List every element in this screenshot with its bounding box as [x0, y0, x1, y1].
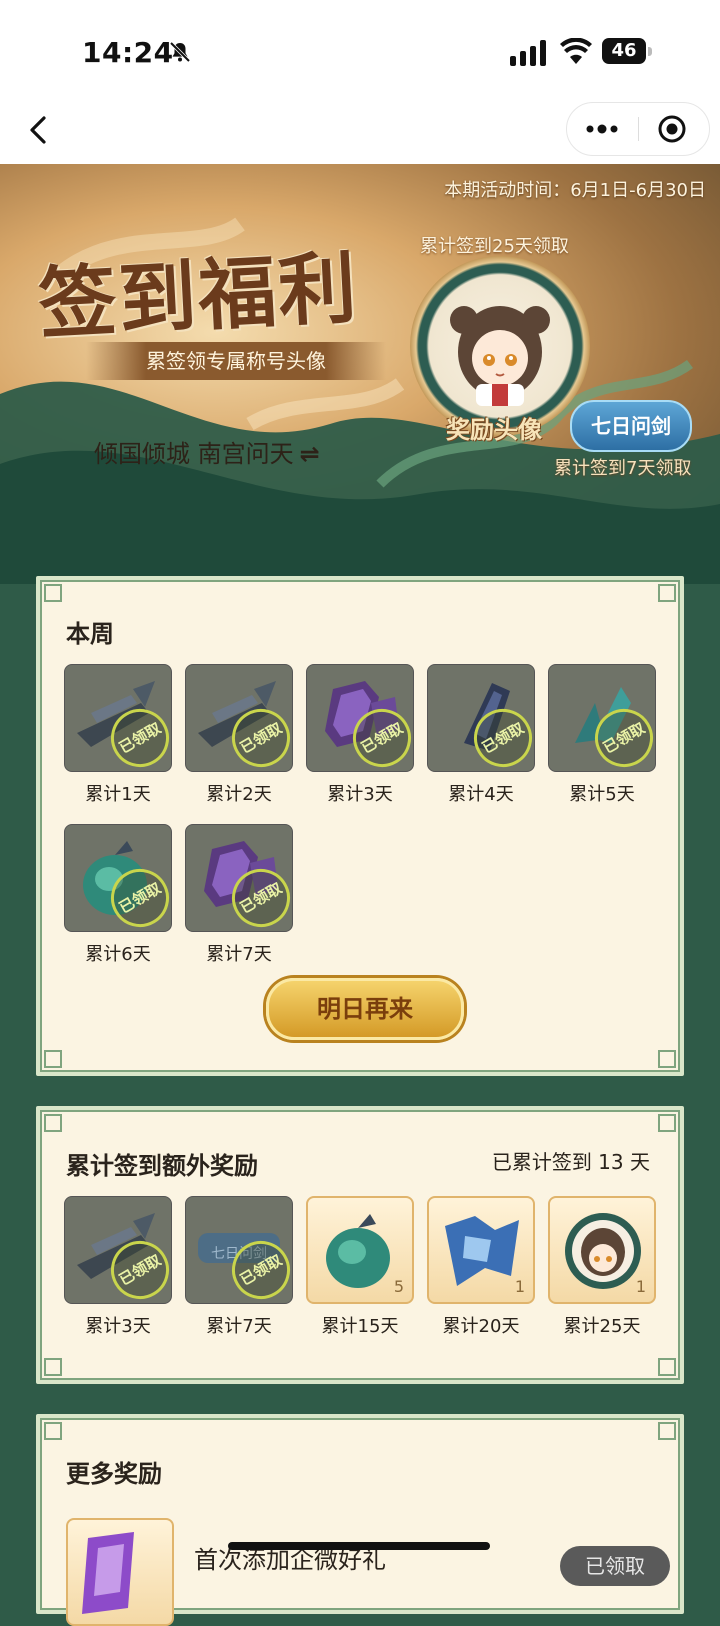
- back-chevron-icon[interactable]: [22, 112, 58, 148]
- weekly-reward-item[interactable]: 已领取累计2天: [185, 664, 293, 806]
- reward-day-label: 累计25天: [563, 1316, 641, 1337]
- reward-day-label: 累计5天: [569, 784, 635, 805]
- avatar-requirement: 累计签到25天领取: [420, 236, 569, 257]
- home-indicator: [228, 1542, 490, 1550]
- reward-day-label: 累计2天: [206, 784, 272, 805]
- battery-icon: 46: [602, 38, 652, 66]
- reward-day-label: 累计7天: [206, 1316, 272, 1337]
- avatar-label: 奖励头像: [446, 416, 542, 444]
- wecom-gift-tile: [66, 1518, 174, 1626]
- cumulative-reward-item[interactable]: 已领取累计3天: [64, 1196, 172, 1338]
- reward-tile: 已领取: [548, 664, 656, 772]
- reward-day-label: 累计3天: [85, 1316, 151, 1337]
- weekly-panel: 本周 已领取 累计1天 已领取 累计2天 已领取 累计3天 已领取 累计4天 已领取 累计5天 已领…: [36, 576, 684, 1076]
- reward-tile: 七日问剑 已领取: [185, 1196, 293, 1304]
- event-title: 签到福利: [36, 242, 361, 351]
- reward-tile: 已领取: [64, 664, 172, 772]
- reward-tile: 5: [306, 1196, 414, 1304]
- reward-day-label: 累计7天: [206, 944, 272, 965]
- player-name-text: 倾国倾城 南宫问天: [94, 440, 294, 468]
- reward-tile: 1: [548, 1196, 656, 1304]
- switch-account-icon[interactable]: ⇌: [300, 440, 320, 468]
- miniprogram-capsule: [566, 102, 710, 156]
- player-name[interactable]: 倾国倾城 南宫问天 ⇌: [94, 434, 320, 469]
- reward-tile: 1: [427, 1196, 535, 1304]
- reward-tile: 已领取: [185, 664, 293, 772]
- weekly-reward-item[interactable]: 已领取累计4天: [427, 664, 535, 806]
- reward-day-label: 累计1天: [85, 784, 151, 805]
- cumulative-reward-item[interactable]: 1 累计25天: [548, 1196, 656, 1338]
- purple-gift-icon: [82, 1532, 134, 1614]
- weekly-title: 本周: [66, 620, 114, 648]
- reward-tile: 已领取: [64, 824, 172, 932]
- badge-requirement: 累计签到7天领取: [554, 458, 692, 479]
- weekly-reward-item[interactable]: 已领取累计5天: [548, 664, 656, 806]
- reward-day-label: 累计6天: [85, 944, 151, 965]
- status-bar: 14:24 46: [0, 0, 720, 100]
- reward-quantity: 1: [635, 1277, 646, 1296]
- signal-icon: [510, 40, 546, 66]
- weekly-reward-item[interactable]: 已领取累计7天: [185, 824, 293, 966]
- reward-quantity: 1: [514, 1277, 525, 1296]
- wifi-icon: [560, 38, 592, 64]
- reward-day-label: 累计4天: [448, 784, 514, 805]
- cumulative-reward-item[interactable]: 5 累计15天: [306, 1196, 414, 1338]
- activity-period: 本期活动时间：6月1日-6月30日: [444, 180, 706, 201]
- cumulative-panel: 累计签到额外奖励 已累计签到 13 天 已领取 累计3天 七日问剑 已领取 累计7天 5 累…: [36, 1106, 684, 1384]
- title-badge: 七日问剑: [570, 400, 692, 452]
- reward-day-label: 累计15天: [321, 1316, 399, 1337]
- reward-quantity: 5: [393, 1277, 404, 1296]
- wecom-gift-claim-button[interactable]: 已领取: [560, 1546, 670, 1586]
- clock: 14:24: [82, 36, 174, 69]
- hero-banner: 本期活动时间：6月1日-6月30日 签到福利 累签领专属称号头像 倾国倾城 南宫…: [0, 164, 720, 584]
- close-target-icon[interactable]: [657, 114, 687, 144]
- reward-tile: 已领取: [185, 824, 293, 932]
- cumulative-title: 累计签到额外奖励: [66, 1152, 258, 1180]
- reward-avatar: [410, 256, 590, 436]
- reward-tile: 已领取: [427, 664, 535, 772]
- more-dots-icon[interactable]: [585, 115, 619, 143]
- streak-count: 已累计签到 13 天: [491, 1150, 650, 1174]
- reward-tile: 已领取: [306, 664, 414, 772]
- more-rewards-panel: 更多奖励 首次添加企微好礼 已领取: [36, 1414, 684, 1626]
- more-rewards-title: 更多奖励: [66, 1460, 162, 1488]
- weekly-reward-item[interactable]: 已领取累计1天: [64, 664, 172, 806]
- bell-muted-icon: [169, 41, 191, 63]
- reward-tile: 已领取: [64, 1196, 172, 1304]
- weekly-reward-item[interactable]: 已领取累计6天: [64, 824, 172, 966]
- reward-day-label: 累计3天: [327, 784, 393, 805]
- come-back-tomorrow-button[interactable]: 明日再来: [266, 978, 464, 1040]
- chibi-avatar-icon: [450, 306, 550, 406]
- weekly-reward-item[interactable]: 已领取累计3天: [306, 664, 414, 806]
- cumulative-reward-item[interactable]: 1 累计20天: [427, 1196, 535, 1338]
- nav-bar: [0, 100, 720, 164]
- reward-day-label: 累计20天: [442, 1316, 520, 1337]
- battery-level: 46: [611, 40, 637, 61]
- cumulative-reward-item[interactable]: 七日问剑 已领取累计7天: [185, 1196, 293, 1338]
- event-subtitle: 累签领专属称号头像: [86, 342, 386, 380]
